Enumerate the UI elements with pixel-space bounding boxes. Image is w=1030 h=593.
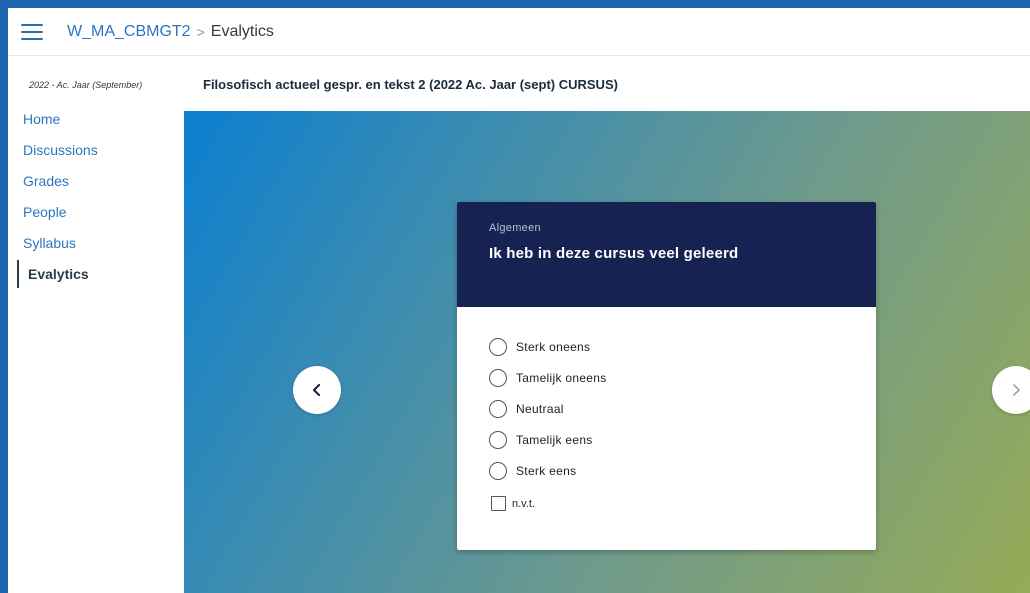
chevron-right-icon — [1013, 384, 1020, 396]
option-label: Sterk eens — [516, 463, 577, 478]
previous-question-button[interactable] — [293, 366, 341, 414]
nav-item-discussions[interactable]: Discussions — [8, 134, 183, 165]
nav-item-people[interactable]: People — [8, 196, 183, 227]
not-applicable-label: n.v.t. — [512, 497, 536, 510]
course-navigation: Home Discussions Grades People Syllabus … — [8, 103, 183, 288]
window-frame-top — [0, 0, 1030, 8]
breadcrumb-current-page: Evalytics — [210, 22, 274, 40]
not-applicable-checkbox[interactable] — [491, 496, 506, 511]
option-sterk-eens[interactable]: Sterk eens — [489, 455, 876, 486]
option-neutraal[interactable]: Neutraal — [489, 393, 876, 424]
breadcrumb-separator-icon: > — [196, 23, 205, 40]
radio-button[interactable] — [489, 368, 507, 387]
breadcrumb-course-link[interactable]: W_MA_CBMGT2 — [67, 23, 191, 41]
nav-item-syllabus[interactable]: Syllabus — [8, 227, 183, 258]
option-label: Sterk oneens — [516, 339, 591, 354]
window-frame-left — [0, 0, 8, 593]
radio-button[interactable] — [489, 430, 507, 449]
radio-button[interactable] — [489, 337, 507, 356]
option-tamelijk-oneens[interactable]: Tamelijk oneens — [489, 362, 876, 393]
chevron-left-icon — [312, 384, 321, 396]
breadcrumb: W_MA_CBMGT2 > Evalytics — [67, 23, 274, 41]
question-category: Algemeen — [489, 222, 541, 234]
option-label: Neutraal — [516, 401, 564, 416]
question-text: Ik heb in deze cursus veel geleerd — [489, 245, 739, 262]
top-header: W_MA_CBMGT2 > Evalytics — [8, 8, 1030, 56]
question-card: Algemeen Ik heb in deze cursus veel gele… — [457, 202, 876, 550]
not-applicable-option[interactable]: n.v.t. — [491, 496, 876, 511]
option-tamelijk-eens[interactable]: Tamelijk eens — [489, 424, 876, 455]
hamburger-menu-icon[interactable] — [21, 23, 43, 40]
course-term-label: 2022 - Ac. Jaar (September) — [29, 80, 143, 90]
radio-button[interactable] — [489, 461, 507, 480]
answer-options: Sterk oneens Tamelijk oneens Neutraal Ta… — [457, 307, 876, 486]
course-title: Filosofisch actueel gespr. en tekst 2 (2… — [203, 77, 618, 92]
question-card-header: Algemeen Ik heb in deze cursus veel gele… — [457, 202, 876, 307]
nav-item-grades[interactable]: Grades — [8, 165, 183, 196]
option-label: Tamelijk eens — [516, 432, 593, 447]
option-label: Tamelijk oneens — [516, 370, 607, 385]
option-sterk-oneens[interactable]: Sterk oneens — [489, 331, 876, 362]
radio-button[interactable] — [489, 399, 507, 418]
nav-item-home[interactable]: Home — [8, 103, 183, 134]
nav-item-evalytics[interactable]: Evalytics — [17, 260, 183, 288]
